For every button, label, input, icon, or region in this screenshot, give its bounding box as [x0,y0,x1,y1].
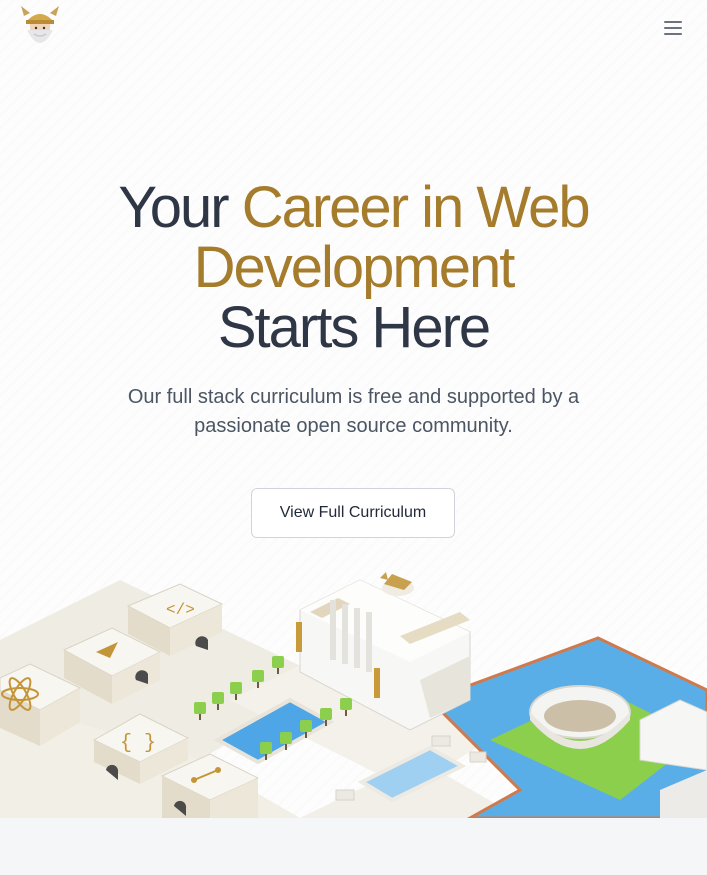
hero-title-part-1: Your [118,175,242,240]
hero-title-accent-2: Development [193,235,516,300]
hero-subtitle: Our full stack curriculum is free and su… [127,386,580,437]
hero-title: Your Career in Web Development Starts He… [0,178,707,358]
hamburger-menu-icon[interactable] [660,16,686,40]
viking-mascot-roof-icon [380,572,414,596]
viking-logo-icon[interactable] [18,4,62,52]
campus-illustration: </> {} [0,560,707,820]
view-curriculum-button[interactable]: View Full Curriculum [251,488,455,538]
hero-title-accent-1: Career in Web [241,175,591,240]
svg-text:{ }: { } [120,732,156,755]
hero-title-line-1: Your Career in Web [0,178,707,238]
footer-band [0,818,707,875]
page: Your Career in Web Development Starts He… [0,0,707,875]
hero-title-line-3: Starts Here [217,295,491,360]
svg-text:</>: </> [166,601,195,619]
